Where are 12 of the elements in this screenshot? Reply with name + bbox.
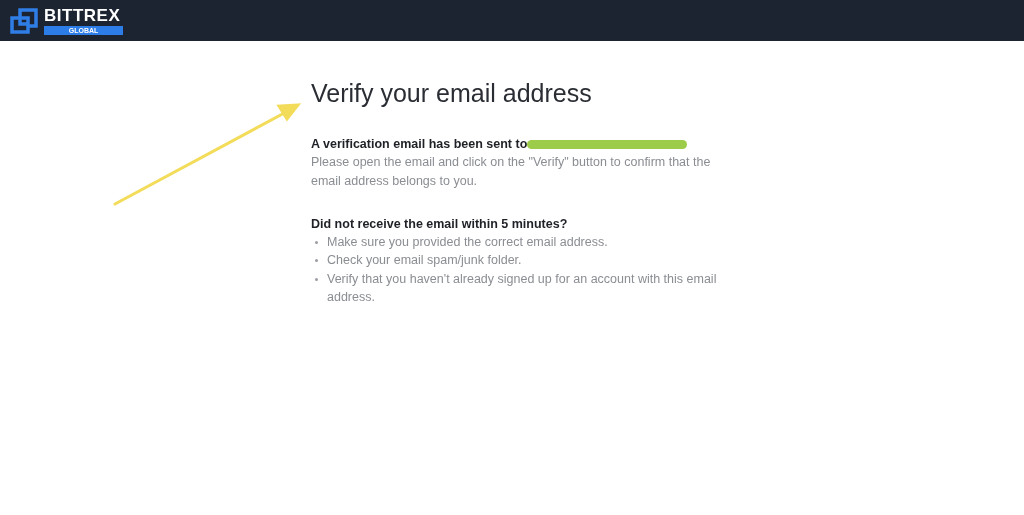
page-title: Verify your email address <box>311 78 593 108</box>
logo-icon <box>10 7 38 34</box>
bullet-icon <box>315 259 318 263</box>
bullet-icon <box>315 241 318 245</box>
tip-text: Check your email spam/junk folder. <box>327 252 522 270</box>
sent-notice: A verification email has been sent to <box>311 137 528 151</box>
bullet-icon <box>315 277 318 281</box>
question-heading: Did not receive the email within 5 minutes? <box>311 215 569 233</box>
logo-wordmark: BITTREX <box>44 6 121 24</box>
instructions-text: Please open the email and click on the "Verify" button to confirm that the email address belongs to you. <box>311 154 712 190</box>
tip-text: Verify that you haven't already signed up for an account with this email address. <box>327 270 718 307</box>
tip-text: Make sure you provided the correct email address. <box>327 234 608 252</box>
